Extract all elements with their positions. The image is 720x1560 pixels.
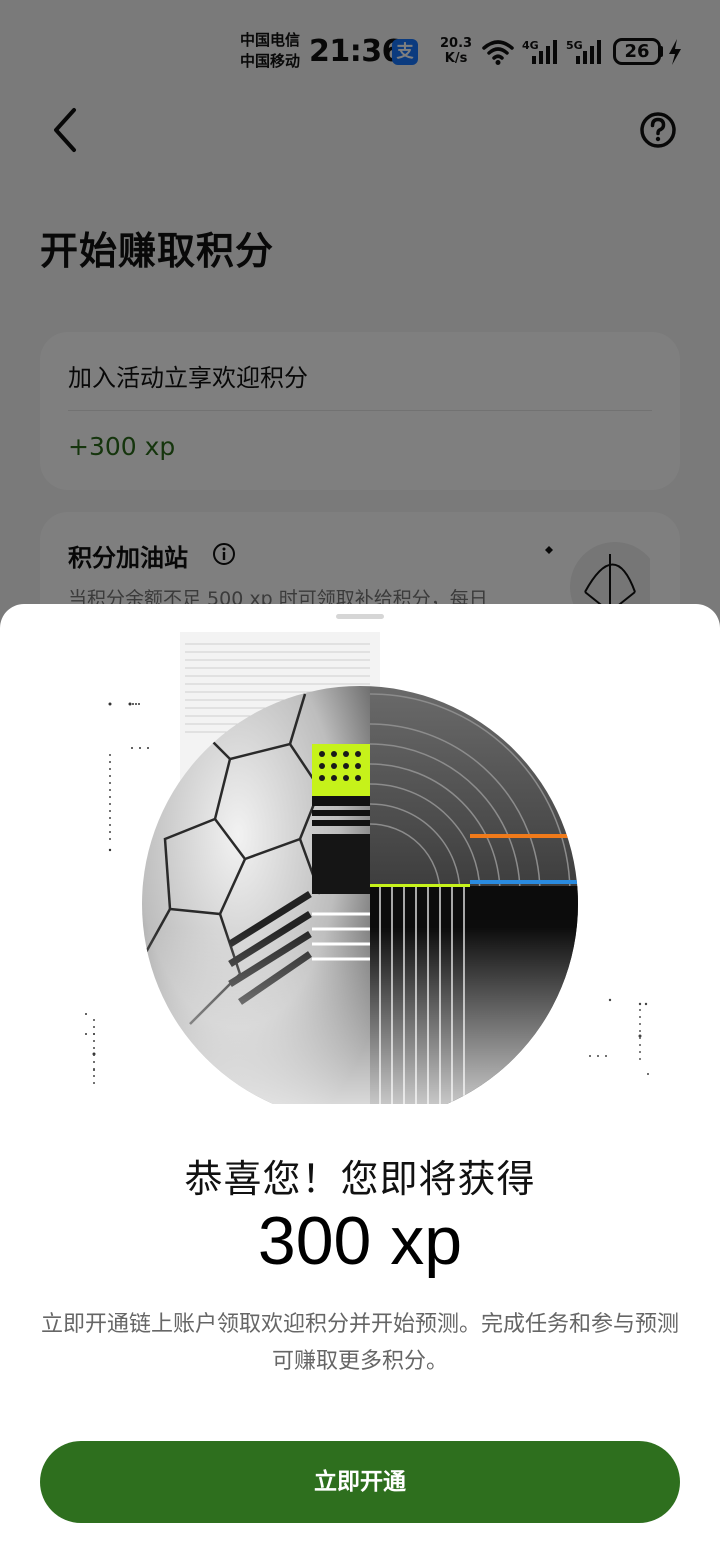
activate-now-button[interactable]: 立即开通: [40, 1441, 680, 1523]
reward-description: 立即开通链上账户领取欢迎积分并开始预测。完成任务和参与预测可赚取更多积分。: [40, 1312, 679, 1374]
football-coin-illustration: CENTRALIZED PEER TO PEER: [85, 632, 649, 1104]
reward-amount: 300 xp: [257, 1203, 463, 1279]
reward-bottom-sheet: CENTRALIZED PEER TO PEER 恭喜您！您即将获得 300 x…: [0, 604, 720, 1560]
drag-handle[interactable]: [336, 614, 384, 619]
congrats-headline: 恭喜您！您即将获得: [184, 1157, 536, 1201]
